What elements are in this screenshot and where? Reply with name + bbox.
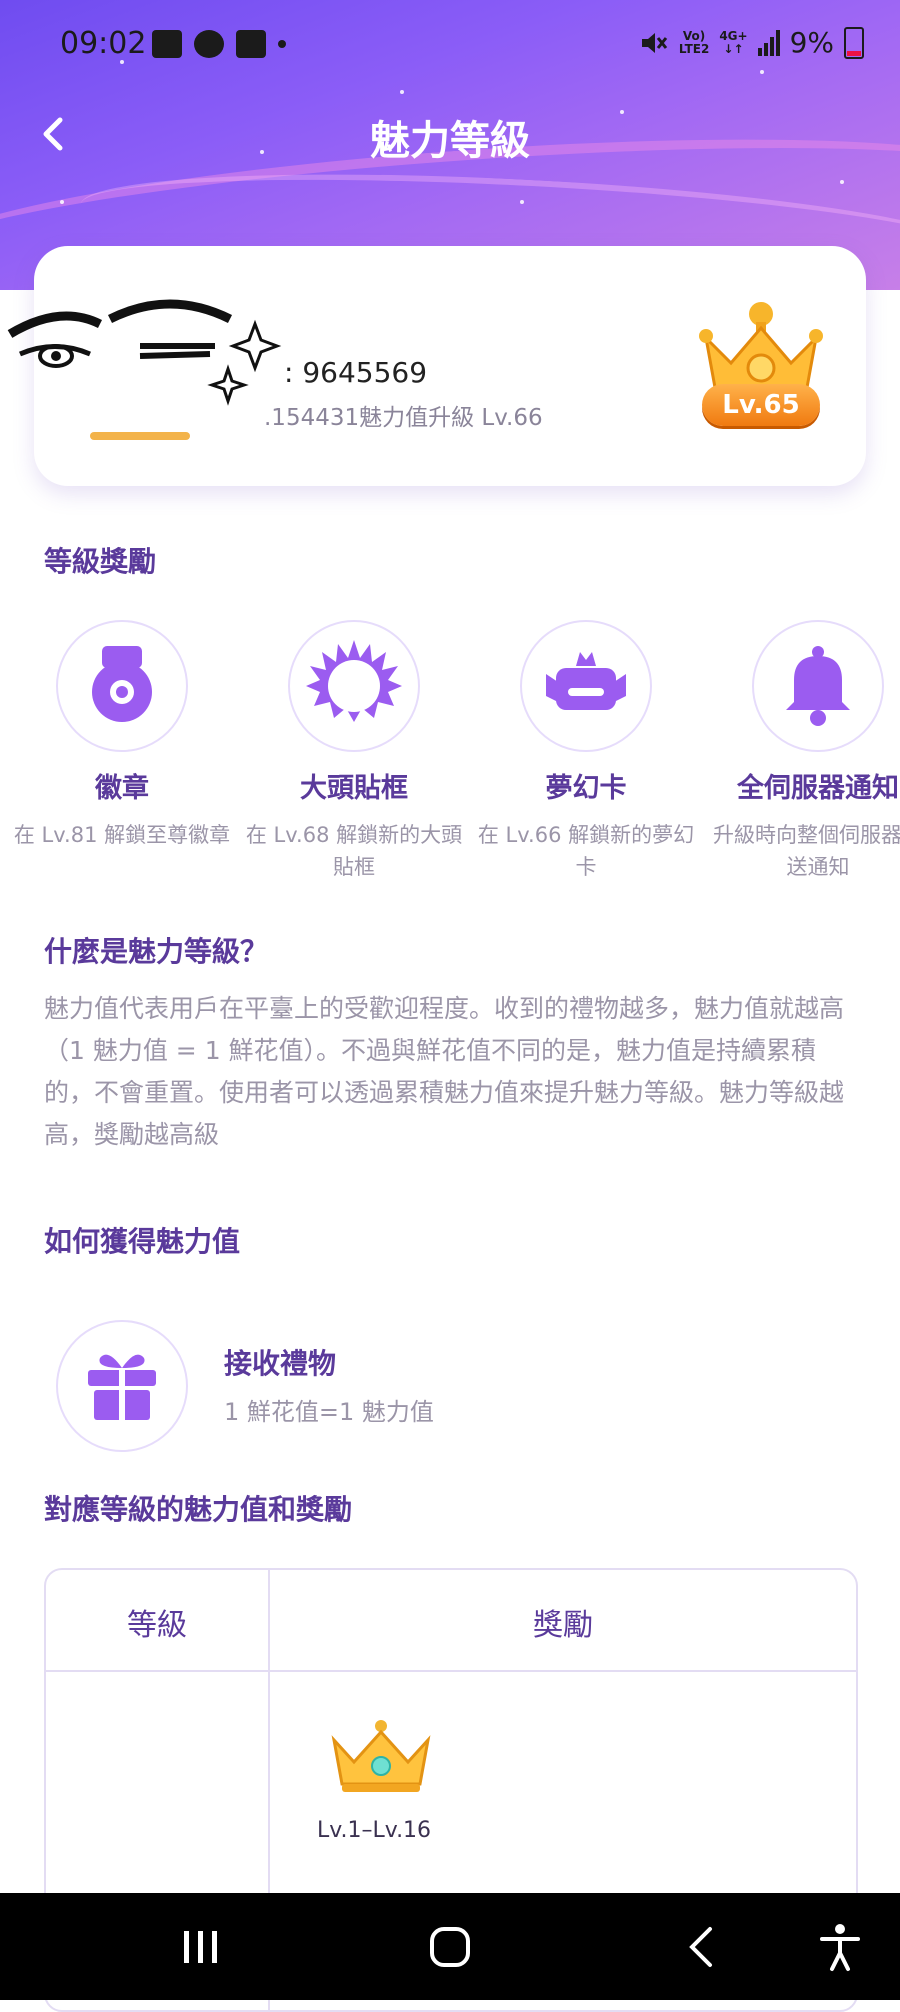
reward-description: 在 Lv.66 解鎖新的夢幻卡: [477, 823, 695, 879]
reward-name: 徽章: [95, 773, 149, 804]
data-arrows-text: ↓↑: [723, 41, 744, 56]
system-nav-bar: [0, 1893, 900, 2000]
network-indicator: 4G+ ↓↑: [719, 28, 748, 56]
battery-percent: 9%: [789, 26, 834, 59]
more-notifications-icon: [278, 40, 286, 48]
back-nav-button[interactable]: [672, 1919, 732, 1975]
table-header-reward: 獎勵: [533, 1608, 593, 1643]
mute-icon: [641, 32, 668, 53]
avatar-frame-icon: [306, 640, 402, 722]
user-id: : 9645569: [284, 356, 428, 389]
home-button[interactable]: [420, 1919, 480, 1975]
accessibility-button[interactable]: [810, 1919, 870, 1975]
rewards-section-title: 等級獎勵: [44, 545, 157, 578]
earn-method-rate: 1 鮮花值=1 魅力值: [224, 1398, 434, 1426]
page-title: 魅力等級: [370, 118, 530, 164]
volte-bottom-text: LTE2: [678, 41, 710, 56]
reward-name: 大頭貼框: [300, 773, 408, 804]
decor-star: [400, 90, 404, 94]
table-row-level-range: Lv.1–Lv.16: [316, 1818, 432, 1843]
level-progress-text: .154431魅力值升級 Lv.66: [264, 405, 543, 431]
reward-description: 升級時向整個伺服器發送通知: [713, 823, 900, 879]
crown-icon: [331, 1720, 431, 1792]
recent-apps-icon: [184, 1931, 217, 1963]
status-time: 09:02: [60, 26, 147, 61]
gift-icon: [88, 1354, 156, 1420]
decor-star: [60, 200, 64, 204]
network-type-text: 4G+: [719, 28, 748, 43]
reward-icon-circle: [288, 620, 420, 752]
reward-item-avatar-frame[interactable]: 大頭貼框 在 Lv.68 解鎖新的大頭貼框: [239, 620, 469, 880]
avatar-sticker: [7, 299, 282, 440]
app-icon: [194, 30, 224, 58]
earn-method-title: 接收禮物: [224, 1347, 337, 1380]
what-description: 魅力值代表用戶在平臺上的受歡迎程度。收到的禮物越多，魅力值就越高（1 魅力值 =…: [44, 994, 845, 1149]
reward-name: 全伺服器通知: [737, 773, 899, 804]
bell-icon: [786, 646, 850, 726]
battery-icon: [844, 26, 864, 59]
reward-description: 在 Lv.81 解鎖至尊徽章: [13, 823, 231, 847]
gallery-icon: [152, 30, 182, 58]
earn-icon-circle: [56, 1320, 188, 1452]
table-row-reward-crown: [326, 1718, 436, 1798]
volte-top-text: Vo): [682, 28, 706, 43]
back-nav-icon: [689, 1927, 712, 1967]
table-row-divider: [46, 1670, 856, 1672]
volte-indicator: Vo) LTE2: [678, 28, 710, 56]
notification-icons: [152, 30, 286, 58]
dream-card-icon: [546, 652, 626, 710]
reward-description: 在 Lv.68 解鎖新的大頭貼框: [245, 823, 463, 879]
reward-icon-circle: [752, 620, 884, 752]
clock-app-icon: [236, 30, 266, 58]
decor-star: [840, 180, 844, 184]
profile-card: : 9645569 .154431魅力值升級 Lv.66 Lv.65: [7, 246, 866, 486]
level-badge: Lv.65: [702, 384, 820, 426]
how-section-title: 如何獲得魅力值: [44, 1225, 241, 1258]
what-section-title: 什麼是魅力等級？: [44, 935, 269, 968]
table-section-title: 對應等級的魅力值和獎勵: [44, 1493, 353, 1526]
accessibility-icon: [820, 1924, 860, 1971]
reward-icon-circle: [56, 620, 188, 752]
medal-icon: [92, 646, 152, 722]
reward-name: 夢幻卡: [545, 773, 627, 804]
reward-item-server-notice[interactable]: 全伺服器通知 升級時向整個伺服器發送通知: [703, 620, 900, 880]
level-crown: Lv.65: [696, 298, 826, 438]
signal-icon: [757, 29, 780, 56]
reward-item-dream-card[interactable]: 夢幻卡 在 Lv.66 解鎖新的夢幻卡: [471, 620, 701, 880]
recent-apps-button[interactable]: [170, 1919, 230, 1975]
reward-item-badge[interactable]: 徽章 在 Lv.81 解鎖至尊徽章: [7, 620, 237, 851]
reward-icon-circle: [520, 620, 652, 752]
decor-star: [520, 200, 524, 204]
home-icon: [430, 1927, 470, 1967]
status-right: Vo) LTE2 4G+ ↓↑ 9%: [639, 26, 864, 59]
table-header-level: 等級: [127, 1608, 187, 1643]
rewards-carousel[interactable]: 徽章 在 Lv.81 解鎖至尊徽章 大頭貼框 在 Lv.68 解鎖新的大頭貼框 …: [0, 620, 900, 880]
status-bar: 09:02 Vo) LTE2 4G+ ↓↑ 9%: [0, 0, 900, 90]
